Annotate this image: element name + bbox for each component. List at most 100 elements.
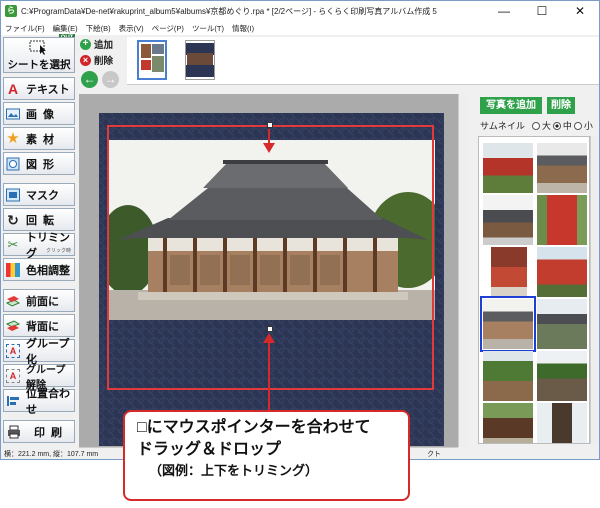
photo-thumbnail[interactable] xyxy=(483,143,533,193)
size-large-label: 大 xyxy=(541,121,551,131)
close-button[interactable]: ✕ xyxy=(561,1,599,21)
delete-x-icon: × xyxy=(80,54,91,66)
canvas-vertical-scrollbar[interactable] xyxy=(458,94,468,447)
size-large-radio[interactable] xyxy=(531,121,540,130)
app-window: ら C:¥ProgramData¥De-net¥rakuprint_album5… xyxy=(0,0,600,460)
send-back-icon xyxy=(6,319,20,331)
shape-tool-button[interactable]: 図形 xyxy=(3,152,75,175)
trim-tool-button[interactable]: ✂ トリミング クリック時 xyxy=(3,232,75,260)
photo-thumbnail[interactable] xyxy=(537,299,587,349)
thumbnail-size-selector: サムネイル 大 中 小 xyxy=(480,119,593,132)
mask-tool-label: マスク xyxy=(26,189,59,202)
image-tool-button[interactable]: 画像 xyxy=(3,102,75,125)
select-sheet-button[interactable]: シートを選択 xyxy=(3,37,75,73)
page-thumbnail-strip xyxy=(127,37,599,85)
material-tool-label: 素材 xyxy=(26,133,60,146)
status-size: 横：221.2 mm, 縦：107.7 mm xyxy=(4,451,99,458)
photo-list[interactable] xyxy=(478,136,590,444)
photo-thumbnail[interactable] xyxy=(483,403,533,443)
page-thumbnail[interactable] xyxy=(185,40,215,80)
photo-thumbnail-selected[interactable] xyxy=(480,296,536,352)
photo-thumbnail[interactable] xyxy=(537,247,587,297)
align-label: 位置合わせ xyxy=(26,387,70,416)
align-icon xyxy=(7,395,19,406)
thumbnail-size-label: サムネイル xyxy=(480,121,525,131)
palette-icon xyxy=(6,262,20,277)
delete-page-button[interactable]: × 削除 xyxy=(80,53,113,67)
shape-icon xyxy=(6,157,20,170)
trim-sub-label: クリック時 xyxy=(45,248,71,254)
photo-thumbnail[interactable] xyxy=(537,143,587,193)
menu-page[interactable]: ページ(P) xyxy=(148,23,188,34)
callout-line-2: ドラッグ＆ドロップ xyxy=(137,441,282,458)
trim-tool-label: トリミング xyxy=(26,231,70,260)
bring-front-icon xyxy=(6,295,20,307)
next-page-icon[interactable]: → xyxy=(102,71,119,88)
add-page-label: 追加 xyxy=(94,40,114,51)
size-medium-radio[interactable] xyxy=(552,121,561,130)
send-back-label: 背面に xyxy=(26,320,59,333)
mask-tool-button[interactable]: マスク xyxy=(3,183,75,206)
color-adjust-button[interactable]: 色相調整 xyxy=(3,258,75,281)
size-medium-label: 中 xyxy=(562,121,572,131)
rotate-icon: ↻ xyxy=(7,211,19,228)
menu-background[interactable]: 下絵(B) xyxy=(82,23,115,34)
text-tool-label: テキスト xyxy=(26,83,70,96)
print-button[interactable]: 印刷 xyxy=(3,420,75,443)
photo-panel: 写真を追加 削除 サムネイル 大 中 小 xyxy=(474,94,599,449)
align-button[interactable]: 位置合わせ xyxy=(3,388,75,416)
photo-thumbnail[interactable] xyxy=(483,195,533,245)
printer-icon xyxy=(8,425,20,438)
add-page-button[interactable]: + 追加 xyxy=(80,37,113,51)
print-label: 印刷 xyxy=(34,426,68,439)
group-icon: A xyxy=(6,343,20,358)
delete-photo-button[interactable]: 削除 xyxy=(547,97,575,114)
menu-edit[interactable]: 編集(E) xyxy=(49,23,82,34)
window-title: C:¥ProgramData¥De-net¥rakuprint_album5¥a… xyxy=(21,6,437,16)
add-photo-button[interactable]: 写真を追加 xyxy=(480,97,542,114)
status-right: クト xyxy=(427,451,441,458)
trim-handle-top[interactable] xyxy=(267,122,273,128)
app-icon: ら xyxy=(5,5,17,17)
callout-line-1: □にマウスポインターを合わせて xyxy=(137,419,371,436)
bring-front-button[interactable]: 前面に xyxy=(3,289,75,312)
text-a-icon: A xyxy=(7,80,19,97)
maximize-button[interactable]: ☐ xyxy=(523,1,561,21)
ungroup-icon: A xyxy=(6,368,20,383)
menu-view[interactable]: 表示(V) xyxy=(115,23,148,34)
photo-thumbnail[interactable] xyxy=(537,403,587,443)
menu-file[interactable]: ファイル(F) xyxy=(1,23,49,34)
material-tool-button[interactable]: ★ 素材 xyxy=(3,127,75,150)
page-thumbnail[interactable] xyxy=(137,40,167,80)
group-button[interactable]: A グループ化 xyxy=(3,338,75,366)
size-small-label: 小 xyxy=(583,121,593,131)
menu-tools[interactable]: ツール(T) xyxy=(188,23,228,34)
tool-panel: シートを選択 A テキスト 画像 ★ 素材 図形 マスク ↻ 回転 ✂ トリミン… xyxy=(3,37,75,445)
instruction-callout: □にマウスポインターを合わせて ドラッグ＆ドロップ （図例：上下をトリミング） xyxy=(123,410,410,501)
photo-list-scrollbar[interactable] xyxy=(590,136,599,444)
drag-up-arrow-icon xyxy=(263,333,275,421)
scissors-icon: ✂ xyxy=(7,236,19,252)
plus-icon: + xyxy=(80,38,91,50)
minimize-button[interactable]: — xyxy=(485,1,523,21)
image-icon xyxy=(6,108,20,119)
title-bar: ら C:¥ProgramData¥De-net¥rakuprint_album5… xyxy=(1,1,599,21)
photo-thumbnail[interactable] xyxy=(491,247,527,297)
delete-page-label: 削除 xyxy=(94,56,114,67)
select-sheet-label: シートを選択 xyxy=(7,58,71,71)
photo-thumbnail[interactable] xyxy=(483,351,533,401)
window-controls: — ☐ ✕ xyxy=(485,1,599,21)
photo-thumbnail[interactable] xyxy=(537,351,587,401)
mask-icon xyxy=(6,188,20,201)
size-small-radio[interactable] xyxy=(573,121,582,130)
cursor-select-icon xyxy=(29,40,46,55)
rotate-tool-label: 回転 xyxy=(26,214,60,227)
drag-down-arrow-icon xyxy=(263,129,275,153)
menu-bar: ファイル(F) 編集(E) 下絵(B) 表示(V) ページ(P) ツール(T) … xyxy=(1,21,599,35)
photo-thumbnail[interactable] xyxy=(537,195,587,245)
star-icon: ★ xyxy=(6,129,20,147)
menu-info[interactable]: 情報(I) xyxy=(228,23,258,34)
prev-page-icon[interactable]: ← xyxy=(81,71,98,88)
text-tool-button[interactable]: A テキスト xyxy=(3,77,75,100)
color-adjust-label: 色相調整 xyxy=(26,264,70,277)
